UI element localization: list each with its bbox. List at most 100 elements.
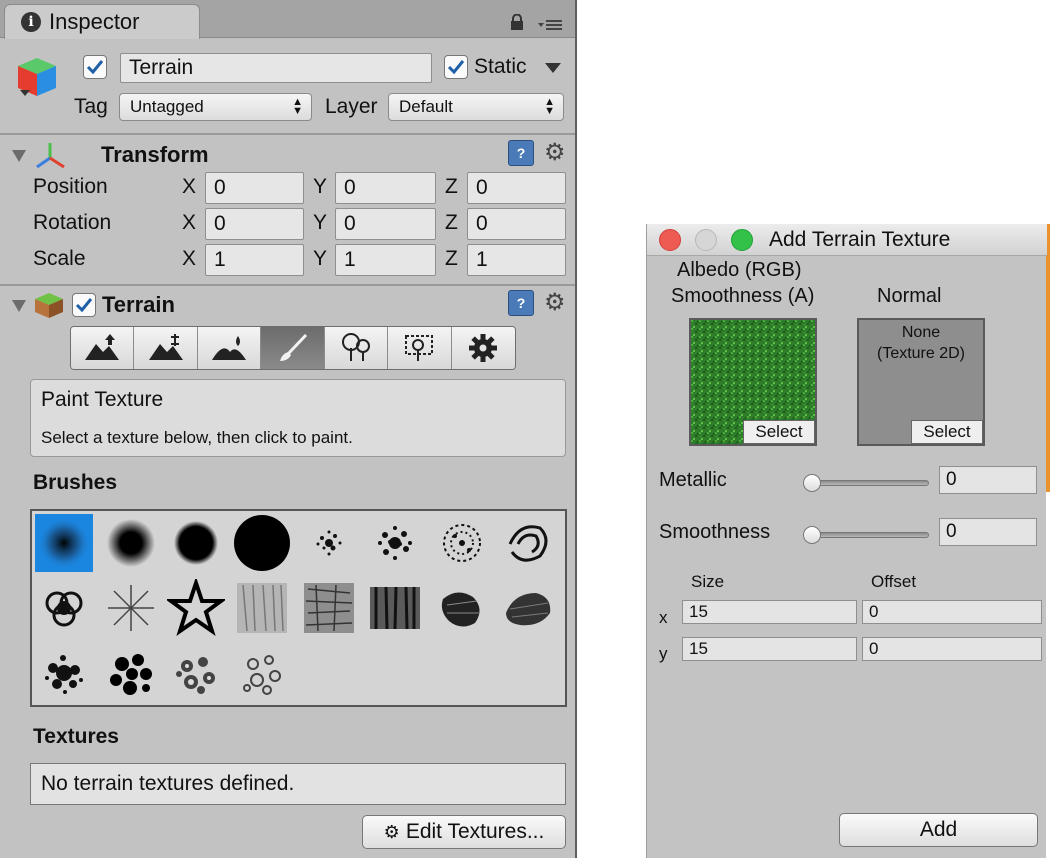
brush-item[interactable] <box>233 579 291 637</box>
tag-value: Untagged <box>130 97 204 116</box>
brush-item[interactable] <box>366 514 424 572</box>
rotation-y-field[interactable]: 0 <box>335 208 436 240</box>
terrain-tool-bar <box>70 326 516 370</box>
add-terrain-texture-dialog: Add Terrain Texture Albedo (RGB) Smoothn… <box>646 224 1047 858</box>
smoothness-alpha-label: Smoothness (A) <box>671 285 815 307</box>
albedo-select-button[interactable]: Select <box>743 420 815 444</box>
axis-y-label: Y <box>313 175 328 198</box>
albedo-label: Albedo (RGB) <box>677 259 802 281</box>
dialog-title: Add Terrain Texture <box>769 228 951 251</box>
layer-label: Layer <box>325 95 378 118</box>
help-book-icon[interactable]: ? <box>508 140 534 166</box>
gameobject-icon <box>18 58 56 96</box>
brush-item[interactable] <box>35 579 93 637</box>
brushes-label: Brushes <box>33 471 118 494</box>
metallic-slider-knob[interactable] <box>803 474 821 492</box>
offset-label: Offset <box>871 572 917 591</box>
metallic-value-field[interactable]: 0 <box>939 466 1037 494</box>
terrain-enabled-checkbox[interactable] <box>72 293 96 317</box>
inspector-tabbar: i Inspector <box>0 0 575 39</box>
panel-menu-icon[interactable] <box>538 18 564 32</box>
brush-item[interactable] <box>102 514 160 572</box>
axis-z-label: Z <box>445 175 458 198</box>
position-y-field[interactable]: 0 <box>335 172 436 204</box>
gameobject-active-checkbox[interactable] <box>83 55 107 79</box>
rotation-z-field[interactable]: 0 <box>467 208 566 240</box>
smoothness-slider-knob[interactable] <box>803 526 821 544</box>
static-dropdown-icon[interactable] <box>545 63 561 73</box>
foldout-arrow-icon[interactable] <box>12 300 26 312</box>
close-window-icon[interactable] <box>659 229 681 251</box>
zoom-window-icon[interactable] <box>731 229 753 251</box>
brush-item[interactable] <box>167 579 225 637</box>
brush-item[interactable] <box>102 644 160 702</box>
y-label: y <box>659 644 668 663</box>
minimize-window-icon[interactable] <box>695 229 717 251</box>
position-x-field[interactable]: 0 <box>205 172 304 204</box>
brush-item[interactable] <box>102 579 160 637</box>
terrain-settings-tool-button[interactable] <box>451 327 515 369</box>
brush-item[interactable] <box>233 644 291 702</box>
background-window-edge <box>1046 224 1050 492</box>
smoothness-slider-track[interactable] <box>807 532 929 538</box>
rotation-x-field[interactable]: 0 <box>205 208 304 240</box>
brush-item[interactable] <box>433 579 491 637</box>
brush-item[interactable] <box>35 514 93 572</box>
inspector-tab-label: Inspector <box>49 9 140 34</box>
brush-item[interactable] <box>300 514 358 572</box>
brush-item[interactable] <box>167 514 225 572</box>
paint-height-tool-button[interactable] <box>134 327 198 369</box>
brush-item[interactable] <box>300 579 358 637</box>
component-gear-icon[interactable]: ⚙ <box>544 141 566 165</box>
size-x-field[interactable]: 15 <box>682 600 857 624</box>
smooth-height-tool-button[interactable] <box>197 327 262 369</box>
scale-y-field[interactable]: 1 <box>335 244 436 276</box>
gameobject-name-field[interactable]: Terrain <box>120 53 432 83</box>
metallic-slider-track[interactable] <box>807 480 929 486</box>
albedo-texture-slot[interactable]: Select <box>689 318 817 446</box>
smoothness-value-field[interactable]: 0 <box>939 518 1037 546</box>
normal-label: Normal <box>877 285 942 307</box>
offset-y-field[interactable]: 0 <box>862 637 1042 661</box>
normal-texture-slot[interactable]: None (Texture 2D) Select <box>857 318 985 446</box>
no-textures-text: No terrain textures defined. <box>41 772 295 795</box>
place-trees-tool-button[interactable] <box>324 327 389 369</box>
tag-dropdown[interactable]: Untagged ▲ ▼ <box>119 93 312 121</box>
normal-select-button[interactable]: Select <box>911 420 983 444</box>
size-label: Size <box>691 572 725 591</box>
brush-item[interactable] <box>433 514 491 572</box>
raise-lower-tool-button[interactable] <box>71 327 135 369</box>
smooth-height-icon <box>212 336 247 360</box>
textures-list: No terrain textures defined. <box>30 763 566 805</box>
inspector-tab[interactable]: i Inspector <box>4 4 200 39</box>
axis-y-label: Y <box>313 211 328 234</box>
divider <box>0 133 575 135</box>
size-y-field[interactable]: 15 <box>682 637 857 661</box>
axis-y-label: Y <box>313 247 328 270</box>
position-z-field[interactable]: 0 <box>467 172 566 204</box>
brush-item[interactable] <box>366 579 424 637</box>
smoothness-label: Smoothness <box>659 521 771 543</box>
dropdown-arrows-icon: ▲ ▼ <box>292 96 303 117</box>
component-gear-icon[interactable]: ⚙ <box>544 291 566 315</box>
layer-dropdown[interactable]: Default ▲ ▼ <box>388 93 564 121</box>
lock-icon[interactable] <box>510 14 524 30</box>
add-button[interactable]: Add <box>839 813 1038 847</box>
edit-textures-button[interactable]: ⚙ Edit Textures... <box>362 815 566 849</box>
paint-texture-tool-button[interactable] <box>261 327 325 369</box>
brush-item[interactable] <box>500 579 558 637</box>
offset-x-field[interactable]: 0 <box>862 600 1042 624</box>
dropdown-arrows-icon: ▲ ▼ <box>544 96 555 117</box>
axis-x-label: X <box>182 247 197 270</box>
static-checkbox[interactable] <box>444 55 468 79</box>
scale-z-field[interactable]: 1 <box>467 244 566 276</box>
foldout-arrow-icon[interactable] <box>12 150 26 162</box>
brush-item[interactable] <box>500 514 558 572</box>
brush-item[interactable] <box>167 644 225 702</box>
brush-item[interactable] <box>233 514 291 572</box>
scale-x-field[interactable]: 1 <box>205 244 304 276</box>
edit-textures-label: Edit Textures... <box>405 820 545 843</box>
brush-item[interactable] <box>35 644 93 702</box>
paint-details-tool-button[interactable] <box>388 327 452 369</box>
help-book-icon[interactable]: ? <box>508 290 534 316</box>
